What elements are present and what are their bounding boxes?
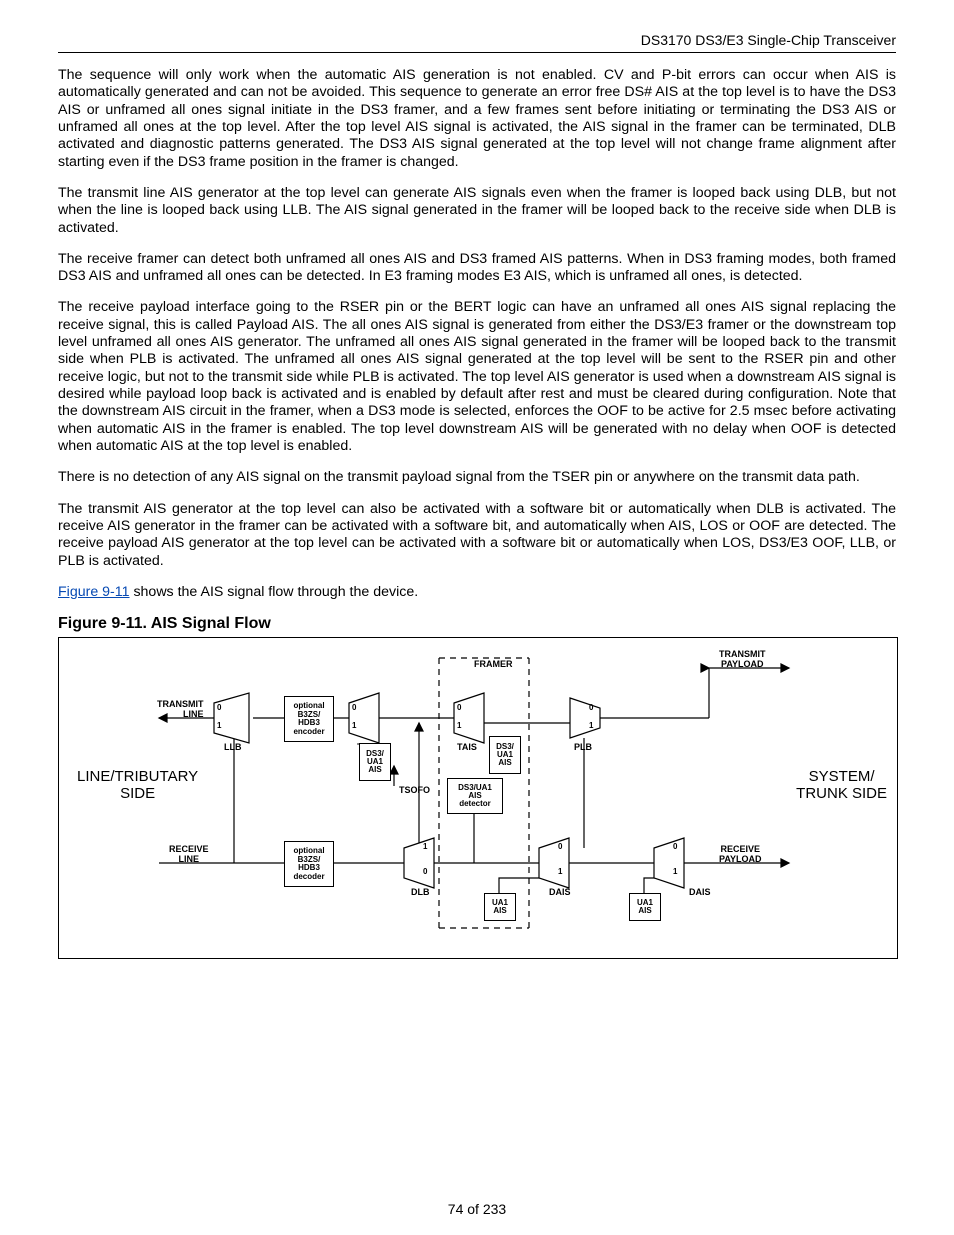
label-receive-payload: RECEIVE PAYLOAD xyxy=(719,845,762,864)
figure-link-9-11[interactable]: Figure 9-11 xyxy=(58,584,130,600)
mux-dais2-1: 1 xyxy=(673,868,677,876)
label-llb: LLB xyxy=(224,743,242,752)
mux-plb-1: 1 xyxy=(589,722,593,730)
mux-plb-0: 0 xyxy=(589,704,593,712)
box-ds3ua1-ais-1: DS3/ UA1 AIS xyxy=(359,743,391,781)
paragraph-3: The receive framer can detect both unfra… xyxy=(58,251,896,286)
figure-9-11-diagram: LINE/TRIBUTARY SIDE SYSTEM/ TRUNK SIDE T… xyxy=(58,637,898,959)
paragraph-4: The receive payload interface going to t… xyxy=(58,299,896,455)
box-ds3ua1-ais-2: DS3/ UA1 AIS xyxy=(489,736,521,774)
figure-title: Figure 9-11. AIS Signal Flow xyxy=(58,615,896,633)
mux-dlb-0: 0 xyxy=(423,868,427,876)
box-decoder: optional B3ZS/ HDB3 decoder xyxy=(284,841,334,887)
paragraph-6: The transmit AIS generator at the top le… xyxy=(58,501,896,570)
box-ds3ua1-detector: DS3/UA1 AIS detector xyxy=(447,778,503,814)
mux-dais1-1: 1 xyxy=(558,868,562,876)
label-plb: PLB xyxy=(574,743,592,752)
paragraph-5: There is no detection of any AIS signal … xyxy=(58,469,896,486)
label-dais-2: DAIS xyxy=(689,888,711,897)
doc-header-title: DS3170 DS3/E3 Single-Chip Transceiver xyxy=(58,32,896,53)
page-footer: 74 of 233 xyxy=(0,1201,954,1217)
paragraph-2: The transmit line AIS generator at the t… xyxy=(58,185,896,237)
mux-tais1-1: 1 xyxy=(352,722,356,730)
mux-tais1-0: 0 xyxy=(352,704,356,712)
mux-dais2-0: 0 xyxy=(673,843,677,851)
label-line-side: LINE/TRIBUTARY SIDE xyxy=(77,768,198,803)
mux-dais1-0: 0 xyxy=(558,843,562,851)
box-ua1-ais-1: UA1 AIS xyxy=(484,893,516,921)
label-framer: FRAMER xyxy=(474,660,513,669)
paragraph-7: Figure 9-11 shows the AIS signal flow th… xyxy=(58,584,896,601)
mux-tais2-0: 0 xyxy=(457,704,461,712)
label-receive-line: RECEIVE LINE xyxy=(169,845,209,864)
label-tsofo: TSOFO xyxy=(399,786,430,795)
label-transmit-line: TRANSMIT LINE xyxy=(157,700,204,719)
label-transmit-payload: TRANSMIT PAYLOAD xyxy=(719,650,766,669)
mux-llb-0: 0 xyxy=(217,704,221,712)
mux-tais2-1: 1 xyxy=(457,722,461,730)
mux-dlb-1: 1 xyxy=(423,843,427,851)
label-dais-1: DAIS xyxy=(549,888,571,897)
box-encoder: optional B3ZS/ HDB3 encoder xyxy=(284,696,334,742)
label-system-side: SYSTEM/ TRUNK SIDE xyxy=(796,768,887,803)
label-dlb: DLB xyxy=(411,888,430,897)
label-tais-2: TAIS xyxy=(457,743,477,752)
box-ua1-ais-2: UA1 AIS xyxy=(629,893,661,921)
paragraph-1: The sequence will only work when the aut… xyxy=(58,67,896,171)
paragraph-7-suffix: shows the AIS signal flow through the de… xyxy=(130,584,419,600)
mux-llb-1: 1 xyxy=(217,722,221,730)
